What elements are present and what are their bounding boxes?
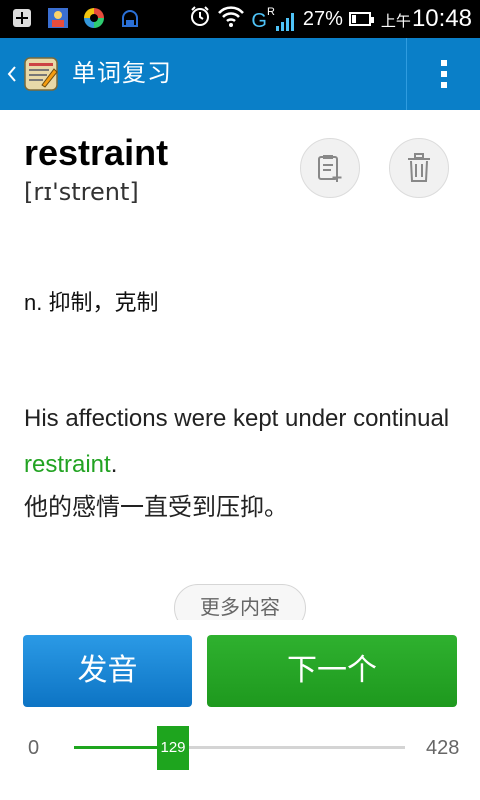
roaming-label: R <box>266 6 275 18</box>
more-vertical-icon <box>440 60 447 88</box>
status-indicators: G R 27% 上午 10:48 <box>189 0 472 38</box>
chevron-left-icon <box>4 38 20 110</box>
add-notification-icon <box>10 6 34 30</box>
action-bar: 单词复习 <box>0 38 480 110</box>
add-note-icon <box>318 155 342 182</box>
mobile-signal-icon: G R <box>251 6 297 32</box>
word-definition: n. 抑制，克制 <box>24 290 159 315</box>
progress-min-label: 0 <box>28 737 40 759</box>
download-app-icon <box>118 6 142 30</box>
delete-button[interactable] <box>389 138 449 198</box>
next-word-button[interactable]: 下一个 <box>207 635 457 707</box>
back-button[interactable] <box>0 38 60 110</box>
signal-bars-icon <box>275 13 294 31</box>
example-end: . <box>110 451 118 478</box>
wifi-icon <box>217 5 245 33</box>
battery-level <box>351 15 356 23</box>
overflow-menu-button[interactable] <box>407 38 480 110</box>
example-sentence: His affections were kept under continual… <box>24 396 464 488</box>
example-text: His affections were kept under continual <box>24 405 450 432</box>
browser-app-icon <box>82 6 106 30</box>
page-title: 单词复习 <box>72 60 172 87</box>
alarm-icon <box>189 5 211 33</box>
clock-ampm: 上午 <box>380 13 411 30</box>
network-type-label: G <box>251 10 267 32</box>
word-title: restraint <box>24 132 169 173</box>
trash-icon <box>408 153 430 182</box>
battery-icon <box>348 12 374 26</box>
add-to-notebook-button[interactable] <box>300 138 360 198</box>
progress-slider-thumb[interactable]: 129 <box>157 726 189 770</box>
battery-percent: 27% <box>302 7 343 30</box>
contacts-app-icon <box>46 6 70 30</box>
notification-icons <box>10 6 142 30</box>
example-highlight-word: restraint <box>24 451 111 478</box>
example-translation: 他的感情一直受到压抑。 <box>24 494 288 521</box>
progress-max-label: 428 <box>426 737 460 759</box>
clock-time: 10:48 <box>411 5 472 32</box>
pronounce-button[interactable]: 发音 <box>23 635 192 707</box>
status-bar: G R 27% 上午 10:48 <box>0 0 480 38</box>
word-phonetic: [rɪ'strent] <box>24 178 139 206</box>
app-logo-icon <box>22 55 60 93</box>
progress-slider-track[interactable] <box>74 746 405 749</box>
